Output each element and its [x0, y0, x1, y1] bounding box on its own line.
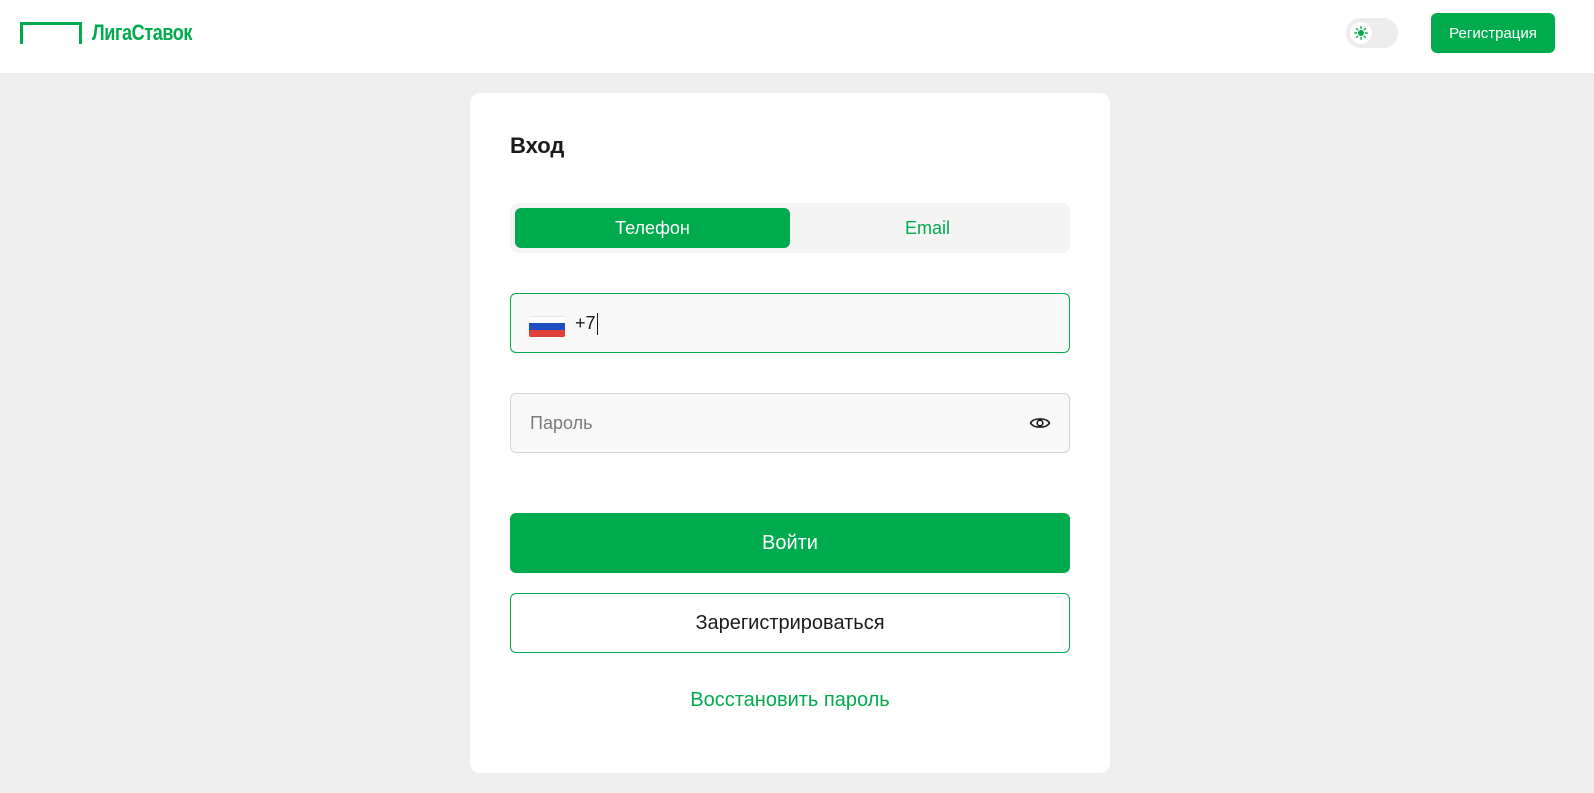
tab-phone[interactable]: Телефон: [515, 208, 790, 248]
password-input[interactable]: [530, 394, 1010, 452]
restore-password-link[interactable]: Восстановить пароль: [510, 689, 1070, 712]
eye-icon[interactable]: [1029, 413, 1051, 433]
page-title: Вход: [510, 133, 565, 158]
signup-button[interactable]: Зарегистрироваться: [510, 593, 1070, 653]
password-field[interactable]: [510, 393, 1070, 453]
logo-mark-icon: [20, 22, 82, 44]
logo-text: ЛигаСтавок: [92, 20, 193, 45]
login-method-tabs: Телефон Email: [510, 203, 1070, 253]
login-card: Вход Телефон Email Войти Зарегистрироват…: [470, 93, 1110, 773]
sun-icon: [1354, 26, 1368, 40]
register-button[interactable]: Регистрация: [1431, 13, 1555, 53]
theme-knob: [1350, 22, 1372, 44]
top-header: ЛигаСтавок Регистрация: [0, 0, 1594, 73]
logo[interactable]: ЛигаСтавок: [20, 20, 214, 44]
login-button[interactable]: Войти: [510, 513, 1070, 573]
theme-toggle[interactable]: [1346, 18, 1398, 48]
phone-field[interactable]: [510, 293, 1070, 353]
text-caret: [597, 313, 598, 335]
phone-input[interactable]: [575, 294, 1055, 352]
russia-flag-icon[interactable]: [529, 316, 565, 337]
tab-email[interactable]: Email: [790, 208, 1065, 248]
